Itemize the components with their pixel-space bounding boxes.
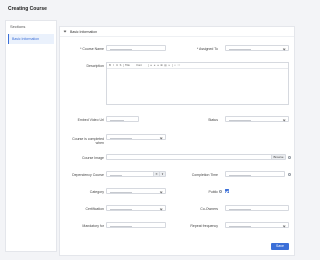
save-button[interactable]: Save — [271, 243, 289, 250]
assigned-to-select[interactable] — [225, 45, 289, 51]
certification-select[interactable] — [106, 205, 166, 211]
completed-when-select[interactable] — [106, 134, 166, 140]
embed-video-label: Embed Video Url — [64, 118, 104, 122]
public-checkbox[interactable] — [225, 189, 229, 193]
repeat-frequency-label: Repeat frequency — [190, 224, 218, 228]
toolbar-button-13[interactable]: ⛶ — [178, 64, 180, 67]
page-title: Creating Course — [8, 6, 47, 12]
toolbar-separator — [148, 64, 149, 67]
toolbar-button-11[interactable]: ∞ — [168, 64, 170, 67]
panel-header[interactable]: Basic Information — [60, 27, 294, 37]
course-image-input[interactable]: Browse — [106, 154, 286, 160]
co-owners-label: Co-Owners — [200, 207, 218, 211]
assigned-to-label: * Assigned To — [196, 47, 218, 51]
mandatory-for-label: Mandatory for — [82, 224, 104, 228]
status-select[interactable] — [225, 116, 289, 122]
mandatory-for-input[interactable] — [106, 222, 166, 228]
editor-toolbar: B I U S Title Font ≡ ≡ ≡ ⊞ ▤ ∞ ☺ ⛶ — [107, 63, 288, 69]
toolbar-button-1[interactable]: I — [113, 64, 115, 67]
sections-sidebar: Sections Basic Information — [5, 20, 57, 252]
panel-header-label: Basic Information — [70, 29, 98, 34]
browse-button[interactable]: Browse — [271, 155, 285, 159]
dependency-course-label: Dependency Course — [72, 173, 104, 177]
public-label: Public — [208, 190, 218, 194]
dependency-dropdown-icon[interactable]: ▾ — [159, 172, 165, 176]
description-label: Description — [86, 64, 104, 68]
embed-video-input[interactable] — [106, 116, 139, 122]
co-owners-input[interactable] — [225, 205, 289, 211]
completion-time-label: Completion Time — [191, 173, 218, 177]
course-name-input[interactable] — [106, 45, 166, 51]
basic-information-panel: Basic Information * Course Name * Assign… — [59, 26, 295, 256]
toolbar-separator — [123, 64, 124, 67]
sidebar-item-basic-information[interactable]: Basic Information — [8, 34, 54, 44]
toolbar-button-7[interactable]: ≡ — [154, 64, 156, 67]
embed-video-label-text: Embed Video Url — [77, 118, 104, 122]
toolbar-separator — [171, 64, 173, 67]
description-editor[interactable]: B I U S Title Font ≡ ≡ ≡ ⊞ ▤ ∞ ☺ ⛶ — [106, 62, 289, 105]
dependency-course-select[interactable]: ✕ ▾ — [106, 171, 166, 177]
certification-label: Certification — [85, 207, 104, 211]
toolbar-button-3[interactable]: S — [120, 64, 122, 67]
category-select[interactable] — [106, 188, 166, 194]
completion-time-input[interactable] — [225, 171, 285, 177]
toolbar-button-9[interactable]: ⊞ — [161, 64, 163, 67]
toolbar-button-12[interactable]: ☺ — [174, 64, 177, 67]
chevron-down-icon — [63, 29, 67, 33]
category-label: Category — [89, 190, 104, 194]
toolbar-button-6[interactable]: ≡ — [150, 64, 152, 67]
toolbar-button-10[interactable]: ▤ — [164, 64, 166, 67]
course-image-label: Course Image — [82, 156, 104, 160]
toolbar-button-0[interactable]: B — [109, 64, 111, 67]
toolbar-button-8[interactable]: ≡ — [157, 64, 159, 67]
course-name-label: * Course Name — [80, 47, 104, 51]
public-info-icon: i — [219, 190, 222, 193]
repeat-frequency-select[interactable] — [225, 222, 289, 228]
completed-when-label: Course is completed when — [72, 137, 104, 145]
status-label: Status — [208, 118, 218, 122]
info-icon: i — [288, 156, 291, 159]
toolbar-button-5[interactable]: Font — [137, 64, 147, 67]
toolbar-button-4[interactable]: Title — [125, 64, 135, 67]
toolbar-button-2[interactable]: U — [116, 64, 118, 67]
completion-time-info-icon: i — [288, 173, 291, 176]
sidebar-heading: Sections — [10, 24, 26, 29]
